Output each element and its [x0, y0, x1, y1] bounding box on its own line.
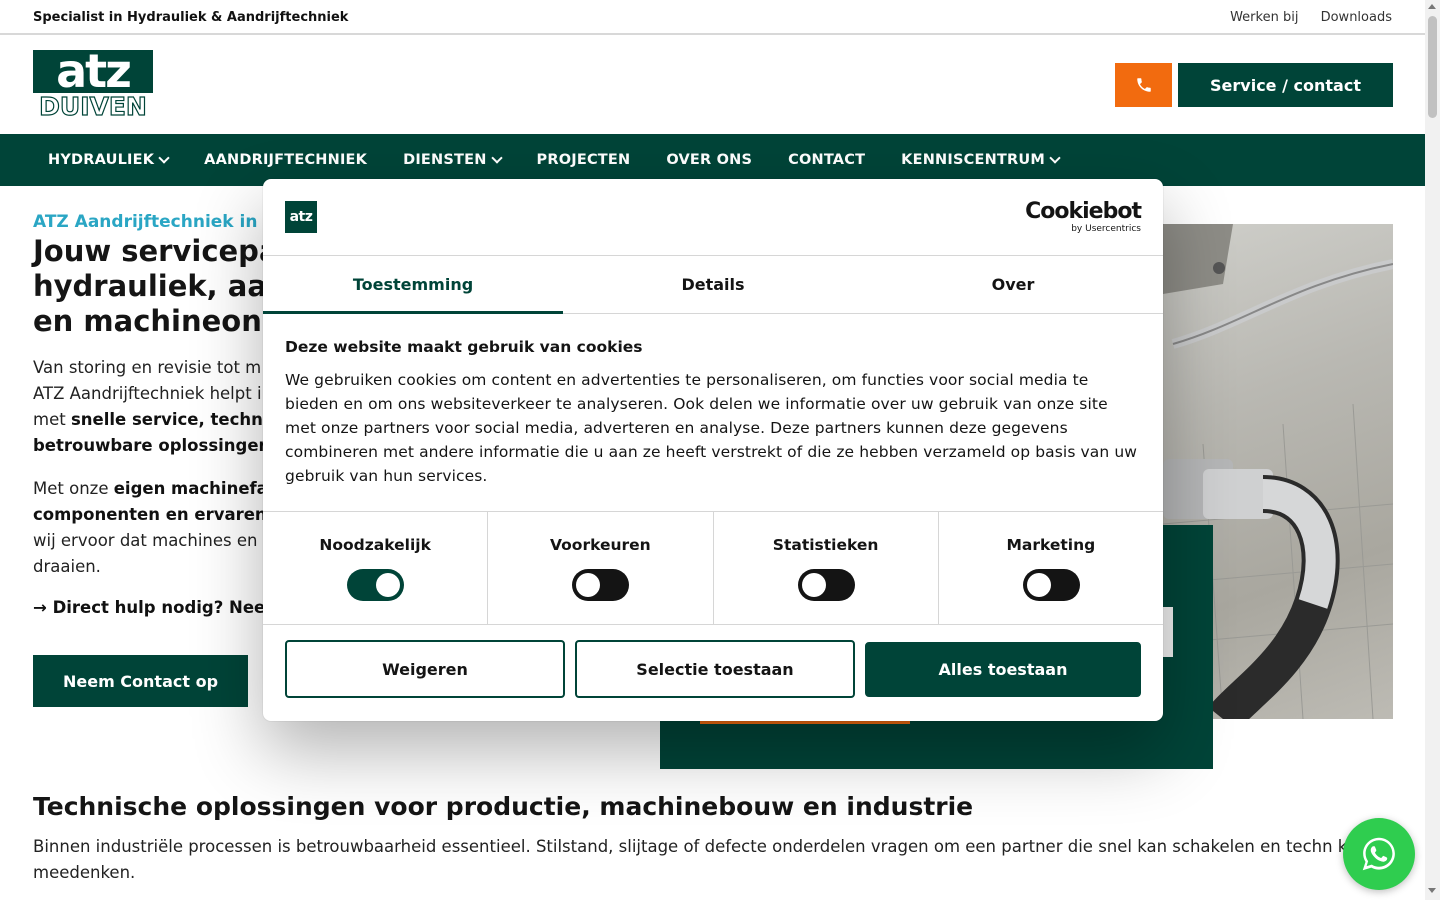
cookiebot-brand: Cookiebot [1025, 199, 1142, 224]
link-downloads[interactable]: Downloads [1321, 10, 1392, 25]
toggle-switch-marketing[interactable] [1022, 569, 1080, 601]
toggle-voorkeuren: Voorkeuren [488, 512, 714, 624]
nav-item-label: AANDRIJFTECHNIEK [204, 152, 368, 168]
link-werken-bij[interactable]: Werken bij [1230, 10, 1298, 25]
nav-item-label: KENNISCENTRUM [901, 152, 1045, 168]
nav-item-diensten[interactable]: DIENSTEN [403, 152, 503, 168]
phone-button[interactable] [1115, 63, 1172, 107]
toggle-switch-voorkeuren[interactable] [572, 569, 630, 601]
chevron-down-icon [1049, 152, 1061, 164]
toggle-marketing: Marketing [939, 512, 1163, 624]
chevron-down-icon [158, 152, 170, 164]
toggle-label: Noodzakelijk [319, 536, 431, 554]
scroll-down-arrow-icon[interactable] [1428, 888, 1436, 893]
page-scrollbar[interactable] [1425, 0, 1440, 900]
nav-item-label: OVER ONS [666, 152, 753, 168]
allow-all-button[interactable]: Alles toestaan [865, 642, 1141, 697]
nav-item-label: PROJECTEN [536, 152, 631, 168]
scroll-up-arrow-icon[interactable] [1428, 4, 1436, 9]
nav-item-aandrijftechniek[interactable]: AANDRIJFTECHNIEK [204, 152, 367, 168]
dialog-text: We gebruiken cookies om content en adver… [285, 371, 1138, 485]
toggle-switch-statistieken[interactable] [797, 569, 855, 601]
nav-item-label: DIENSTEN [403, 152, 487, 168]
dialog-tabs: Toestemming Details Over [263, 256, 1163, 314]
tab-details[interactable]: Details [563, 256, 863, 313]
help-link[interactable]: → Direct hulp nodig? Neem [33, 598, 282, 617]
site-logo[interactable]: atz DUIVEN [33, 48, 153, 121]
logo-wordmark: atz [33, 48, 153, 94]
nav-item-kenniscentrum[interactable]: KENNISCENTRUM [901, 152, 1061, 168]
site-header: atz DUIVEN Service / contact [0, 35, 1425, 134]
tab-toestemming[interactable]: Toestemming [263, 256, 563, 314]
consent-toggles: Noodzakelijk Voorkeuren Statistieken Mar… [263, 511, 1163, 625]
toggle-switch-noodzakelijk[interactable] [347, 569, 405, 601]
tagline: Specialist in Hydrauliek & Aandrijftechn… [33, 10, 349, 25]
cookiebot-logo[interactable]: Cookiebot by Usercentrics [1025, 199, 1142, 234]
contact-cta-button[interactable]: Neem Contact op [33, 655, 248, 707]
phone-icon [1136, 78, 1151, 92]
top-bar: Specialist in Hydrauliek & Aandrijftechn… [0, 0, 1425, 35]
nav-item-projecten[interactable]: PROJECTEN [537, 152, 631, 168]
cookie-consent-dialog: atz Cookiebot by Usercentrics Toestemmin… [263, 179, 1163, 721]
nav-item-label: CONTACT [788, 152, 866, 168]
toggle-knob [801, 573, 826, 597]
section-text: Binnen industriële processen is betrouwb… [33, 837, 1368, 882]
nav-item-over-ons[interactable]: OVER ONS [666, 152, 752, 168]
whatsapp-button[interactable] [1343, 818, 1415, 890]
tab-over[interactable]: Over [863, 256, 1163, 313]
section-title: Technische oplossingen voor productie, m… [33, 792, 974, 821]
dialog-buttons: Weigeren Selectie toestaan Alles toestaa… [285, 640, 1141, 698]
scrollbar-thumb[interactable] [1428, 16, 1437, 118]
toggle-noodzakelijk: Noodzakelijk [263, 512, 489, 624]
toggle-statistieken: Statistieken [714, 512, 939, 624]
dialog-header: atz Cookiebot by Usercentrics [263, 179, 1163, 256]
chevron-down-icon [490, 152, 503, 164]
top-links: Werken bij Downloads [1212, 10, 1392, 25]
cookiebot-by: by Usercentrics [1071, 224, 1141, 234]
nav-item-contact[interactable]: CONTACT [788, 152, 865, 168]
toggle-label: Marketing [1006, 536, 1096, 554]
nav-item-label: HYDRAULIEK [48, 152, 155, 168]
logo-location: DUIVEN [39, 92, 148, 121]
toggle-knob [376, 573, 401, 597]
nav-item-hydrauliek[interactable]: HYDRAULIEK [48, 152, 170, 168]
submit-button-edge[interactable] [700, 721, 910, 724]
toggle-label: Voorkeuren [550, 536, 651, 554]
toggle-knob [576, 573, 601, 597]
dialog-site-logo: atz [285, 201, 317, 233]
toggle-label: Statistieken [772, 536, 879, 554]
toggle-knob [1026, 573, 1051, 597]
dialog-title: Deze website maakt gebruik van cookies [285, 338, 643, 356]
reject-button[interactable]: Weigeren [285, 640, 565, 698]
whatsapp-icon [1362, 837, 1395, 871]
allow-selection-button[interactable]: Selectie toestaan [575, 640, 855, 698]
service-contact-button[interactable]: Service / contact [1178, 63, 1393, 107]
